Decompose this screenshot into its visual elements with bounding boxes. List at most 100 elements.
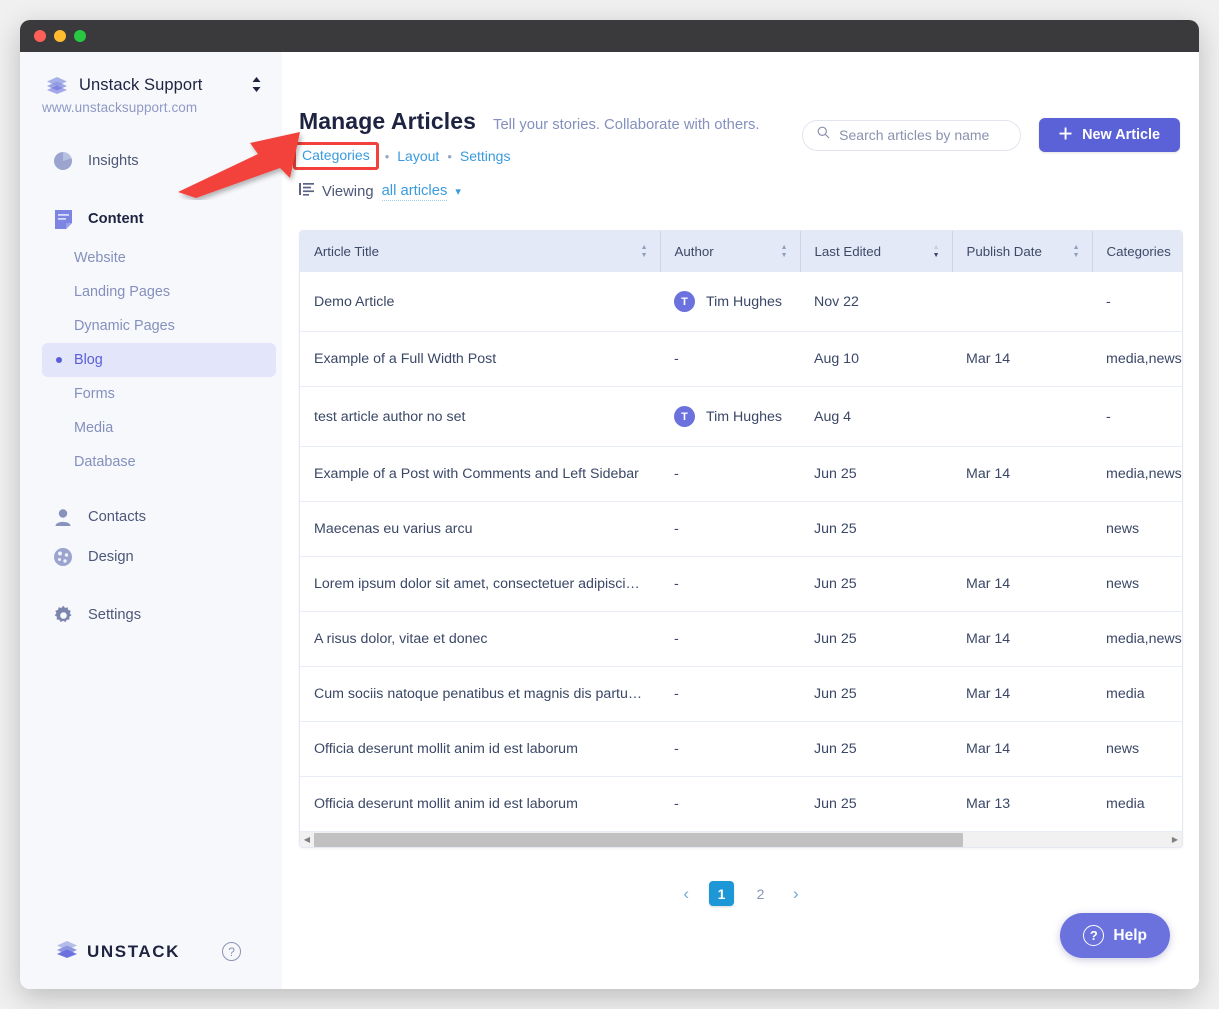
sidebar-item-website[interactable]: Website: [42, 241, 276, 275]
content-subnav: Website Landing Pages Dynamic Pages Blog…: [20, 241, 282, 479]
pagination-prev-button[interactable]: ‹: [677, 882, 695, 906]
cell-article-title[interactable]: Maecenas eu varius arcu: [300, 502, 660, 557]
window-titlebar: [20, 20, 1199, 52]
nav-spacer-2: [20, 479, 282, 497]
column-label-categories: Categories: [1107, 244, 1171, 259]
chevron-down-icon[interactable]: ▾: [455, 185, 461, 198]
pagination-page-2[interactable]: 2: [748, 881, 773, 906]
articles-table-container: Article Title ▲▼ Author ▲▼ Last Edited ▲…: [299, 230, 1183, 848]
cell-article-title[interactable]: Officia deserunt mollit anim id est labo…: [300, 777, 660, 832]
tab-categories[interactable]: Categories: [302, 147, 370, 163]
search-input[interactable]: [839, 127, 1006, 143]
sidebar-item-content[interactable]: Content: [20, 199, 282, 239]
cell-categories: news: [1092, 502, 1183, 557]
cell-categories: media,news: [1092, 612, 1183, 667]
cell-publish-date: Mar 14: [952, 722, 1092, 777]
cell-last-edited: Jun 25: [800, 777, 952, 832]
avatar: T: [674, 406, 695, 427]
maximize-window-button[interactable]: [74, 30, 86, 42]
viewing-label: Viewing: [322, 184, 374, 200]
sidebar-sublabel-blog: Blog: [74, 352, 103, 368]
scrollbar-thumb[interactable]: [314, 833, 963, 847]
cell-categories: news: [1092, 722, 1183, 777]
question-mark-icon: ?: [1083, 925, 1104, 946]
workspace-switcher[interactable]: Unstack Support: [20, 52, 282, 96]
help-button[interactable]: ? Help: [1060, 913, 1170, 958]
search-articles-box[interactable]: [802, 120, 1021, 151]
sort-icon-last-edited[interactable]: ▲▼: [933, 245, 940, 259]
table-row[interactable]: Demo Article TTim Hughes Nov 22 -: [300, 272, 1183, 332]
cell-publish-date: [952, 502, 1092, 557]
sidebar-sublabel-dynamic-pages: Dynamic Pages: [74, 318, 175, 334]
cell-article-title[interactable]: Cum sociis natoque penatibus et magnis d…: [300, 667, 660, 722]
table-row[interactable]: Cum sociis natoque penatibus et magnis d…: [300, 667, 1183, 722]
sidebar-sublabel-website: Website: [74, 250, 126, 266]
sort-icon-article-title[interactable]: ▲▼: [641, 245, 648, 259]
pagination-page-1[interactable]: 1: [709, 881, 734, 906]
cell-article-title[interactable]: Officia deserunt mollit anim id est labo…: [300, 722, 660, 777]
sidebar-item-blog[interactable]: Blog: [42, 343, 276, 377]
column-header-publish-date[interactable]: Publish Date ▲▼: [952, 231, 1092, 272]
table-row[interactable]: Lorem ipsum dolor sit amet, consectetuer…: [300, 557, 1183, 612]
sidebar-item-dynamic-pages[interactable]: Dynamic Pages: [42, 309, 276, 343]
sidebar-item-database[interactable]: Database: [42, 445, 276, 479]
new-article-button[interactable]: New Article: [1039, 118, 1180, 152]
question-mark-icon[interactable]: ?: [222, 942, 241, 961]
unstack-logo: UNSTACK: [56, 940, 180, 963]
sidebar-item-label-insights: Insights: [88, 153, 139, 169]
column-header-categories[interactable]: Categories: [1092, 231, 1183, 272]
sort-icon-author[interactable]: ▲▼: [781, 245, 788, 259]
person-icon: [52, 506, 74, 528]
scroll-right-arrow-icon[interactable]: ▶: [1168, 835, 1182, 844]
table-row[interactable]: Example of a Post with Comments and Left…: [300, 447, 1183, 502]
chevron-up-down-icon[interactable]: [251, 76, 262, 95]
table-row[interactable]: Maecenas eu varius arcu - Jun 25 news: [300, 502, 1183, 557]
cell-article-title[interactable]: A risus dolor, vitae et donec: [300, 612, 660, 667]
cell-article-title[interactable]: Demo Article: [300, 272, 660, 332]
table-row[interactable]: Officia deserunt mollit anim id est labo…: [300, 722, 1183, 777]
scroll-left-arrow-icon[interactable]: ◀: [300, 835, 314, 844]
minimize-window-button[interactable]: [54, 30, 66, 42]
tab-settings[interactable]: Settings: [460, 148, 511, 164]
sidebar-item-landing-pages[interactable]: Landing Pages: [42, 275, 276, 309]
cell-author: TTim Hughes: [660, 387, 800, 447]
table-row[interactable]: test article author no set TTim Hughes A…: [300, 387, 1183, 447]
main-content: Manage Articles Tell your stories. Colla…: [282, 52, 1199, 989]
table-row[interactable]: Example of a Full Width Post - Aug 10 Ma…: [300, 332, 1183, 387]
sidebar-item-contacts[interactable]: Contacts: [20, 497, 282, 537]
pagination-next-button[interactable]: ›: [787, 882, 805, 906]
cell-categories: media: [1092, 777, 1183, 832]
sidebar-item-label-contacts: Contacts: [88, 509, 146, 525]
table-row[interactable]: Officia deserunt mollit anim id est labo…: [300, 777, 1183, 832]
cell-article-title[interactable]: test article author no set: [300, 387, 660, 447]
cell-article-title[interactable]: Example of a Full Width Post: [300, 332, 660, 387]
table-horizontal-scrollbar[interactable]: ◀ ▶: [300, 831, 1182, 847]
cell-categories: -: [1092, 387, 1183, 447]
table-row[interactable]: A risus dolor, vitae et donec - Jun 25 M…: [300, 612, 1183, 667]
viewing-dropdown[interactable]: all articles: [382, 183, 448, 201]
sidebar-item-design[interactable]: Design: [20, 537, 282, 577]
cell-categories: news: [1092, 557, 1183, 612]
sidebar-item-media[interactable]: Media: [42, 411, 276, 445]
unstack-logo-text: UNSTACK: [87, 942, 180, 962]
cell-article-title[interactable]: Lorem ipsum dolor sit amet, consectetuer…: [300, 557, 660, 612]
table-header-row: Article Title ▲▼ Author ▲▼ Last Edited ▲…: [300, 231, 1183, 272]
page-subtitle: Tell your stories. Collaborate with othe…: [493, 117, 759, 133]
column-header-last-edited[interactable]: Last Edited ▲▼: [800, 231, 952, 272]
sidebar-item-settings[interactable]: Settings: [20, 595, 282, 635]
cell-publish-date: Mar 14: [952, 667, 1092, 722]
plus-icon: [1059, 127, 1072, 144]
scrollbar-track[interactable]: [314, 833, 1168, 847]
sort-icon-publish-date[interactable]: ▲▼: [1073, 245, 1080, 259]
unstack-layers-logo-icon: [56, 940, 78, 963]
close-window-button[interactable]: [34, 30, 46, 42]
table-body: Demo Article TTim Hughes Nov 22 - Exampl…: [300, 272, 1183, 831]
search-icon: [817, 126, 830, 144]
cell-article-title[interactable]: Example of a Post with Comments and Left…: [300, 447, 660, 502]
avatar: T: [674, 291, 695, 312]
sidebar-item-forms[interactable]: Forms: [42, 377, 276, 411]
tab-layout[interactable]: Layout: [397, 148, 439, 164]
sidebar-item-insights[interactable]: Insights: [20, 141, 282, 181]
column-header-article-title[interactable]: Article Title ▲▼: [300, 231, 660, 272]
column-header-author[interactable]: Author ▲▼: [660, 231, 800, 272]
